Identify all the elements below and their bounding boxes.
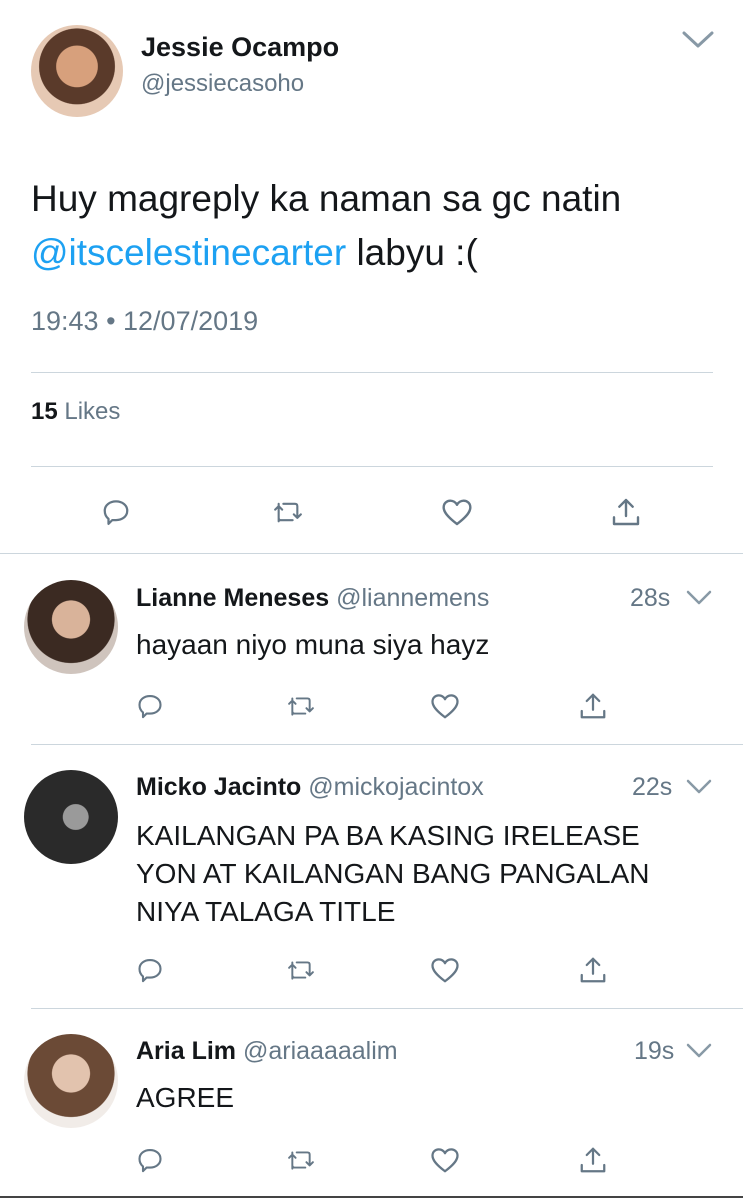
author-name[interactable]: Lianne Meneses — [136, 584, 329, 612]
like-button[interactable] — [425, 1140, 465, 1180]
share-button[interactable] — [573, 686, 613, 726]
share-icon — [580, 957, 606, 983]
reply-icon — [138, 695, 162, 719]
like-icon — [442, 499, 472, 526]
like-icon — [431, 958, 459, 983]
retweet-icon — [274, 502, 302, 523]
reply-button[interactable] — [130, 950, 170, 990]
reply-icon — [138, 959, 162, 983]
section-divider — [31, 1008, 743, 1009]
share-icon — [612, 498, 640, 526]
timestamp[interactable]: 19:43 • 12/07/2019 — [31, 306, 258, 337]
section-divider — [0, 1196, 743, 1198]
like-icon — [431, 1148, 459, 1173]
author-handle[interactable]: @jessiecasoho — [141, 70, 304, 98]
author-name[interactable]: Aria Lim — [136, 1037, 236, 1065]
likes-label: Likes — [64, 398, 121, 425]
reply-time: 22s — [632, 773, 673, 801]
reply-time: 19s — [634, 1037, 675, 1065]
reply-button[interactable] — [130, 686, 170, 726]
section-divider — [31, 744, 743, 745]
reply-text-line: YON AT KAILANGAN BANG PANGALAN — [136, 858, 650, 889]
reply-header: Aria Lim @ariaaaaalim — [136, 1037, 398, 1066]
author-name[interactable]: Micko Jacinto — [136, 773, 301, 801]
retweet-button[interactable] — [281, 686, 321, 726]
like-icon — [431, 694, 459, 719]
retweet-button[interactable] — [268, 492, 308, 532]
chevron-down-icon[interactable] — [686, 779, 712, 795]
share-button[interactable] — [606, 492, 646, 532]
share-icon — [580, 693, 606, 719]
retweet-button[interactable] — [281, 1140, 321, 1180]
divider — [31, 372, 713, 373]
reply-icon — [103, 500, 129, 525]
likes-count[interactable]: 15 Likes — [31, 398, 120, 426]
reply-time: 28s — [630, 584, 671, 612]
reply-button[interactable] — [130, 1140, 170, 1180]
author-name[interactable]: Jessie Ocampo — [141, 32, 339, 63]
retweet-icon — [288, 697, 314, 716]
likes-number: 15 — [31, 398, 58, 425]
reply-text-line: NIYA TALAGA TITLE — [136, 896, 396, 927]
tweet-text-tail: labyu :( — [346, 232, 478, 273]
retweet-icon — [288, 1151, 314, 1170]
like-button[interactable] — [425, 686, 465, 726]
avatar[interactable] — [24, 580, 118, 674]
reply-header: Micko Jacinto @mickojacintox — [136, 773, 484, 802]
reply-button[interactable] — [96, 492, 136, 532]
reply-text-line: KAILANGAN PA BA KASING IRELEASE — [136, 820, 640, 851]
share-button[interactable] — [573, 1140, 613, 1180]
reply-header: Lianne Meneses @liannemens — [136, 584, 489, 613]
author-handle[interactable]: @ariaaaaalim — [243, 1037, 398, 1065]
chevron-down-icon[interactable] — [682, 30, 714, 50]
share-button[interactable] — [573, 950, 613, 990]
avatar[interactable] — [24, 770, 118, 864]
reply-text: hayaan niyo muna siya hayz — [136, 629, 490, 660]
chevron-down-icon[interactable] — [686, 1043, 712, 1059]
mention-link[interactable]: @itscelestinecarter — [31, 232, 346, 273]
reply-text: KAILANGAN PA BA KASING IRELEASE YON AT K… — [136, 817, 650, 931]
chevron-down-icon[interactable] — [686, 590, 712, 606]
like-button[interactable] — [437, 492, 477, 532]
author-handle[interactable]: @liannemens — [336, 584, 489, 612]
section-divider — [0, 553, 743, 554]
author-handle[interactable]: @mickojacintox — [308, 773, 483, 801]
tweet-text: Huy magreply ka naman sa gc natin @itsce… — [31, 172, 721, 280]
avatar[interactable] — [31, 25, 123, 117]
retweet-button[interactable] — [281, 950, 321, 990]
divider — [31, 466, 713, 467]
reply-text: AGREE — [136, 1082, 235, 1113]
share-icon — [580, 1147, 606, 1173]
avatar[interactable] — [24, 1034, 118, 1128]
tweet-text-line: Huy magreply ka naman sa gc natin — [31, 178, 622, 219]
retweet-icon — [288, 961, 314, 980]
like-button[interactable] — [425, 950, 465, 990]
reply-icon — [138, 1149, 162, 1173]
